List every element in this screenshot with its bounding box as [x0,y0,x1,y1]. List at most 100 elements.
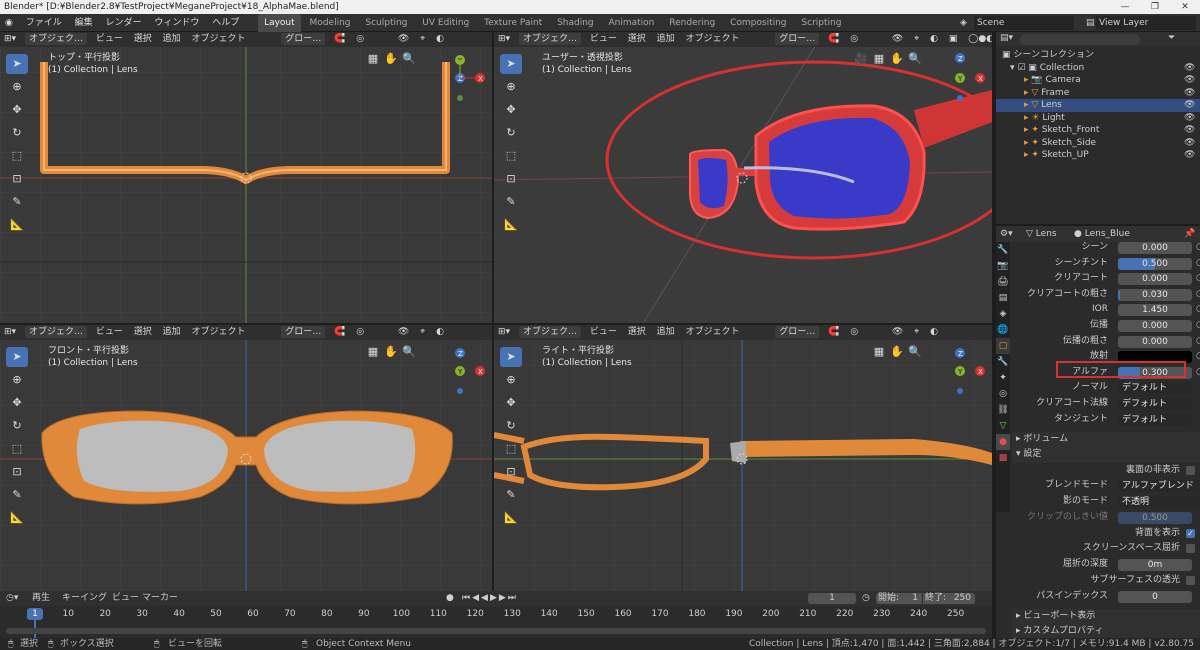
sss-checkbox[interactable] [1186,576,1195,585]
gizmo-icon[interactable]: ⌖ [416,325,429,340]
rotate-tool-icon[interactable]: ↻ [500,123,522,143]
annotate-tool-icon[interactable]: ✎ [500,192,522,212]
outliner-item-frame[interactable]: ▸ ▽ Frame 👁 [996,87,1200,100]
volume-panel-header[interactable]: ▸ ボリューム [1012,432,1200,448]
transform-tool-icon[interactable]: ⊡ [6,169,28,189]
minimize-icon[interactable]: — [1110,0,1140,14]
snap-icon[interactable]: 🧲 [824,325,843,340]
overlay-icon[interactable]: ◐ [926,32,942,47]
xray-icon[interactable]: ▣ [945,32,962,47]
keyframe-dot-icon[interactable]: ○ [1196,287,1200,303]
menu-select[interactable]: 選択 [624,32,650,47]
mode-dropdown[interactable]: オブジェク… [24,33,87,45]
maximize-icon[interactable]: ❐ [1140,0,1170,14]
keyframe-dot-icon[interactable]: ○ [1196,334,1200,350]
menu-help[interactable]: ヘルプ [207,14,244,32]
current-frame-field[interactable]: 1 [808,593,856,604]
hand-icon[interactable]: ✋ [888,52,906,65]
eye-icon[interactable]: 👁 [1184,62,1195,75]
menu-add[interactable]: 追加 [653,325,679,340]
editor-type-icon[interactable]: ▤▾ [1000,32,1013,45]
prop-field[interactable]: 0.000 [1118,242,1192,254]
outliner-item-lens[interactable]: ▸ ▽ Lens 👁 [996,99,1200,112]
hand-icon[interactable]: ✋ [382,345,400,358]
keyframe-dot-icon[interactable]: ○ [1196,256,1200,272]
timeline-scrollbar[interactable] [6,628,986,634]
transform-tool-icon[interactable]: ⊡ [500,462,522,482]
menu-object[interactable]: オブジェクト [188,32,250,47]
menu-view[interactable]: ビュー [92,32,127,47]
blender-logo-icon[interactable]: ◉ [0,14,18,32]
cursor-tool-icon[interactable]: ⊕ [6,370,28,390]
zoom-icon[interactable]: 🔍 [400,52,418,65]
refraction-depth-field[interactable]: 0m [1118,559,1192,571]
menu-select[interactable]: 選択 [130,325,156,340]
eye-icon[interactable]: 👁 [1184,74,1195,87]
move-tool-icon[interactable]: ✥ [500,100,522,120]
zoom-icon[interactable]: 🔍 [906,52,924,65]
axis-gizmo[interactable]: Z Y X [946,347,988,399]
filter-icon[interactable]: ⏷ [1168,32,1175,45]
proportional-icon[interactable]: ◎ [846,325,862,340]
snap-icon[interactable]: 🧲 [824,32,843,47]
hand-icon[interactable]: ✋ [382,52,400,65]
transform-orientation-dropdown[interactable]: グロー… [775,326,820,338]
prop-field[interactable]: 0.000 [1118,320,1192,332]
mode-dropdown[interactable]: オブジェク… [518,326,581,338]
shading-modes-icon[interactable]: ◯●◐◑ [964,32,992,47]
keyframe-dot-icon[interactable]: ○ [1196,302,1200,318]
zoom-icon[interactable]: 🔍 [906,345,924,358]
menu-view[interactable]: ビュー [586,325,621,340]
gizmo-icon[interactable]: ⌖ [910,32,923,47]
eye-icon[interactable]: 👁 [1184,137,1195,150]
outliner-item-collection[interactable]: ▾ ☑ ▣ Collection 👁 [996,62,1200,75]
outliner-item-sketch-up[interactable]: ▸ ✦ Sketch_UP 👁 [996,149,1200,162]
menu-select[interactable]: 選択 [624,325,650,340]
eye-icon[interactable]: 👁 [1184,87,1195,100]
tab-texture-paint[interactable]: Texture Paint [478,14,548,32]
grid-icon[interactable]: ▦ [364,345,382,358]
mode-dropdown[interactable]: オブジェク… [518,33,581,45]
scale-tool-icon[interactable]: ⬚ [6,146,28,166]
menu-marker[interactable]: マーカー [142,591,178,606]
menu-add[interactable]: 追加 [159,325,185,340]
keyframe-dot-icon[interactable]: ○ [1196,365,1200,381]
transform-tool-icon[interactable]: ⊡ [6,462,28,482]
cursor-tool-icon[interactable]: ⊕ [500,370,522,390]
measure-tool-icon[interactable]: 📐 [500,508,522,528]
keyframe-dot-icon[interactable]: ○ [1196,318,1200,334]
menu-object[interactable]: オブジェクト [188,325,250,340]
frame-ruler[interactable]: 1102030405060708090100110120130140150160… [0,606,992,624]
menu-window[interactable]: ウィンドウ [149,14,204,32]
viewport-display-panel-header[interactable]: ▸ ビューポート表示 [1012,609,1200,625]
viewport-front[interactable]: ⊞▾ オブジェク… ビュー 選択 追加 オブジェクト グロー… 🧲 ◎ 👁 ⌖ … [0,325,492,591]
transform-tool-icon[interactable]: ⊡ [500,169,522,189]
eye-icon[interactable]: 👁 [1184,124,1195,137]
annotate-tool-icon[interactable]: ✎ [6,485,28,505]
shadow-mode-dropdown[interactable]: 不透明 [1118,496,1200,508]
cursor-tool-icon[interactable]: ⊕ [500,77,522,97]
move-tool-icon[interactable]: ✥ [6,393,28,413]
measure-tool-icon[interactable]: 📐 [500,215,522,235]
select-tool-icon[interactable]: ➤ [6,347,28,367]
menu-select[interactable]: 選択 [130,32,156,47]
mode-dropdown[interactable]: オブジェク… [24,326,87,338]
proportional-icon[interactable]: ◎ [846,32,862,47]
scale-tool-icon[interactable]: ⬚ [6,439,28,459]
editor-type-icon[interactable]: ⊞▾ [494,32,514,47]
outliner-item-light[interactable]: ▸ ☀ Light 👁 [996,112,1200,125]
editor-type-icon[interactable]: ⊞▾ [0,325,20,340]
snap-icon[interactable]: 🧲 [330,32,349,47]
overlay-icon[interactable]: ◐ [432,325,448,340]
select-tool-icon[interactable]: ➤ [500,54,522,74]
tab-sculpting[interactable]: Sculpting [359,14,413,32]
menu-render[interactable]: レンダー [101,14,147,32]
keyframe-dot-icon[interactable]: ○ [1196,349,1200,365]
camera-view-icon[interactable]: 🎥 [852,52,870,65]
outliner-root[interactable]: ▣ シーンコレクション [996,49,1200,62]
eye-icon[interactable]: 👁 [1184,112,1195,125]
rotate-tool-icon[interactable]: ↻ [6,123,28,143]
playhead[interactable]: 1 [27,608,43,620]
prop-field[interactable]: デフォルト [1118,382,1192,395]
ssr-checkbox[interactable] [1186,544,1195,553]
